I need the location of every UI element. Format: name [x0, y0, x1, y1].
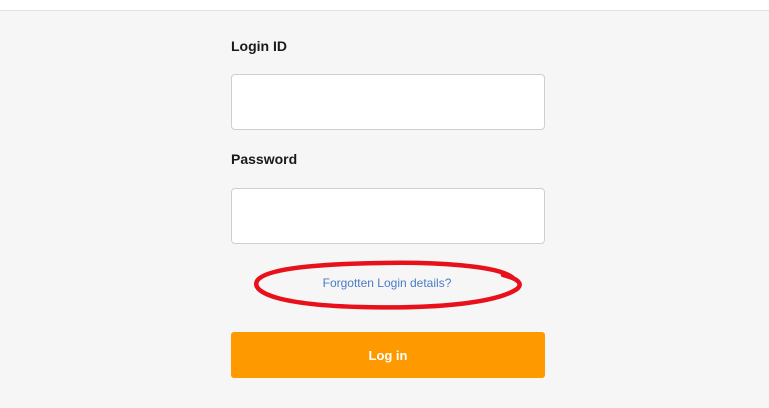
login-panel: Login ID Password Forgotten Login detail… — [0, 11, 769, 408]
password-label: Password — [231, 151, 298, 167]
login-id-label: Login ID — [231, 38, 287, 54]
password-input[interactable] — [231, 188, 545, 244]
forgotten-login-details-link[interactable]: Forgotten Login details? — [251, 276, 523, 290]
log-in-button[interactable]: Log in — [231, 332, 545, 378]
login-id-input[interactable] — [231, 74, 545, 130]
forgot-login-area: Forgotten Login details? — [251, 259, 523, 311]
